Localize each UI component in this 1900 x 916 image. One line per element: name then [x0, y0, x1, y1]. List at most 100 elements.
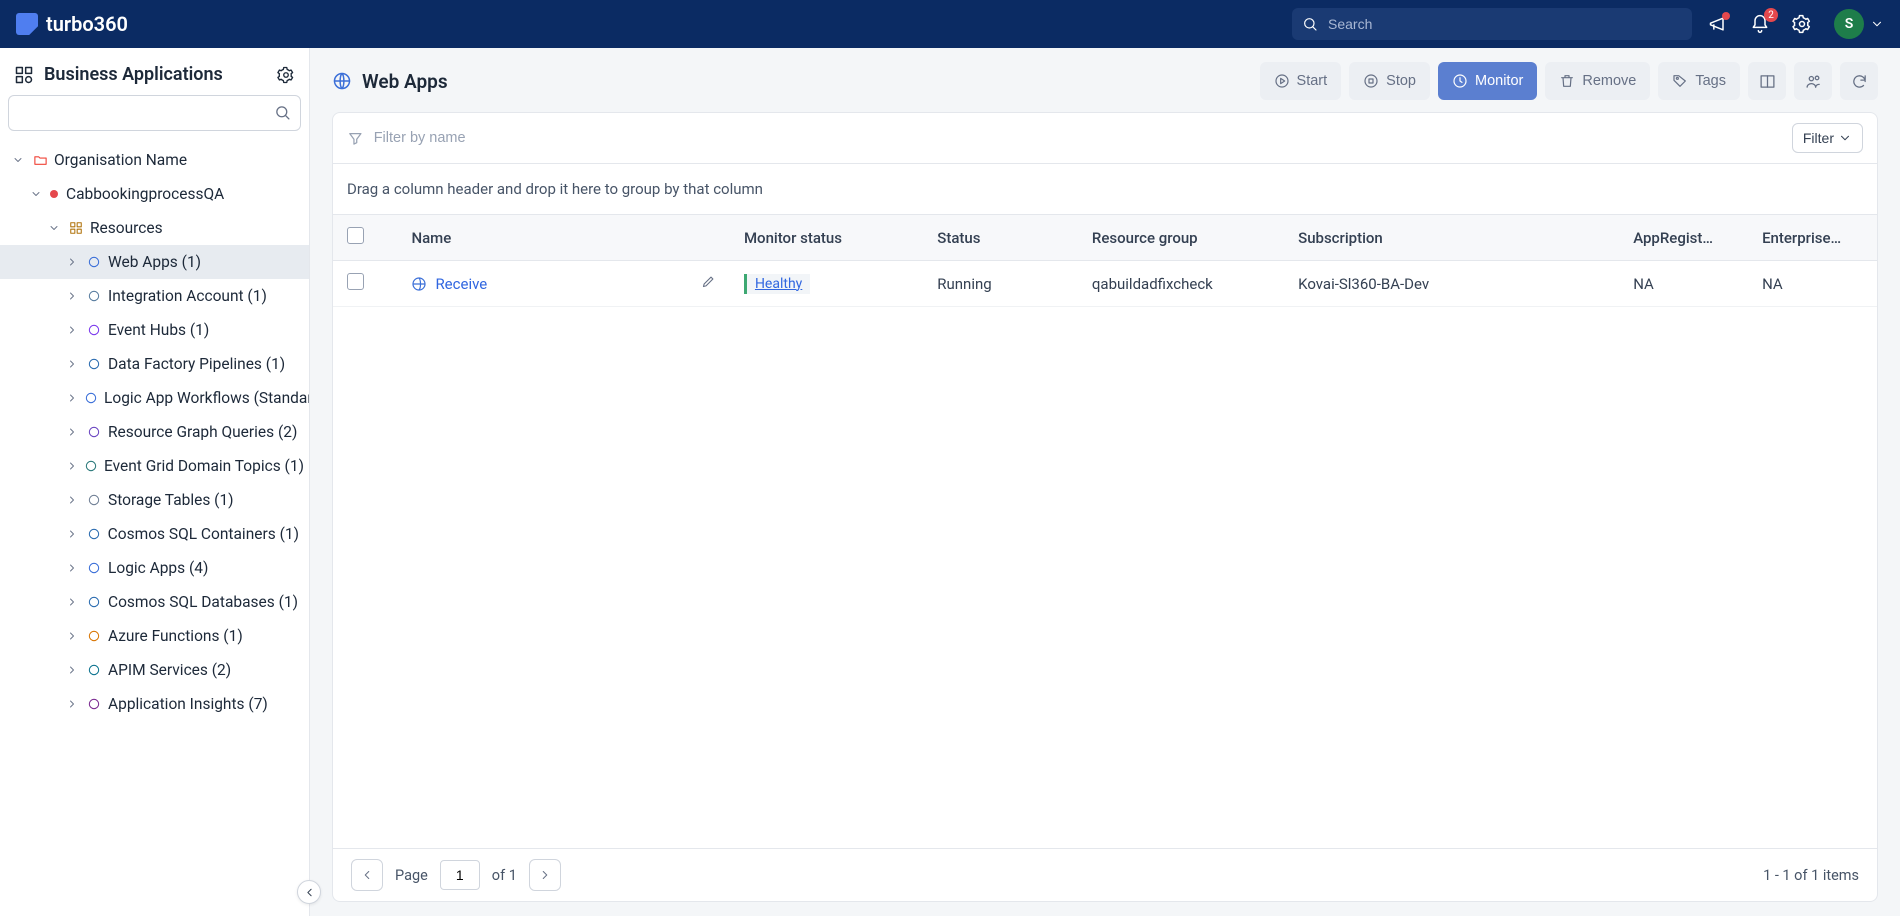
sidebar-header: Business Applications [0, 48, 309, 95]
col-header-sub[interactable]: Subscription [1284, 215, 1619, 261]
tree-org-label: Organisation Name [54, 151, 187, 169]
resource-type-icon [86, 628, 102, 644]
monitor-status-pill[interactable]: Healthy [744, 274, 810, 294]
tags-button[interactable]: Tags [1658, 62, 1740, 100]
resource-type-icon [86, 288, 102, 304]
sidebar-item[interactable]: Cosmos SQL Databases (1) [0, 585, 309, 619]
chevron-right-icon [66, 664, 80, 676]
resource-type-icon [84, 458, 98, 474]
columns-icon [1759, 73, 1776, 90]
folder-icon [32, 152, 48, 168]
stop-button[interactable]: Stop [1349, 62, 1430, 100]
user-menu[interactable]: S [1834, 9, 1884, 39]
sidebar-item[interactable]: Integration Account (1) [0, 279, 309, 313]
prev-page-button[interactable] [351, 859, 383, 891]
cell-sub: Kovai-Sl360-BA-Dev [1284, 261, 1619, 307]
remove-button[interactable]: Remove [1545, 62, 1650, 100]
sidebar-item[interactable]: Data Factory Pipelines (1) [0, 347, 309, 381]
page-title-text: Web Apps [362, 70, 448, 93]
col-header-ent[interactable]: Enterprise… [1748, 215, 1877, 261]
cell-status: Running [923, 261, 1078, 307]
logo-mark-icon [16, 13, 38, 35]
col-header-name[interactable]: Name [397, 215, 730, 261]
row-checkbox[interactable] [347, 273, 364, 290]
sidebar-item-label: Web Apps (1) [108, 253, 201, 271]
page-number-input[interactable] [440, 860, 480, 890]
page-title: Web Apps [332, 70, 448, 93]
filter-row: Filter [333, 113, 1877, 164]
pager-summary: 1 - 1 of 1 items [1763, 867, 1859, 884]
start-button[interactable]: Start [1260, 62, 1342, 100]
announce-badge [1722, 12, 1730, 20]
chevron-right-icon [538, 868, 552, 882]
sidebar-collapse-button[interactable] [297, 880, 321, 904]
sidebar-item[interactable]: Event Grid Domain Topics (1) [0, 449, 309, 483]
sidebar-item-label: Event Hubs (1) [108, 321, 209, 339]
select-all-checkbox[interactable] [347, 227, 364, 244]
chevron-down-icon [1870, 17, 1884, 31]
share-button[interactable] [1794, 62, 1832, 100]
global-search-input[interactable] [1292, 8, 1692, 40]
chevron-right-icon [66, 324, 80, 336]
chevron-down-icon [48, 222, 62, 234]
sidebar-settings-button[interactable] [277, 66, 295, 84]
announce-button[interactable] [1708, 14, 1728, 34]
edit-button[interactable] [701, 274, 716, 293]
brand-logo[interactable]: turbo360 [16, 12, 128, 36]
sidebar-item[interactable]: Azure Functions (1) [0, 619, 309, 653]
filter-button[interactable]: Filter [1792, 123, 1863, 153]
sidebar-item[interactable]: Cosmos SQL Containers (1) [0, 517, 309, 551]
sidebar-item-label: Data Factory Pipelines (1) [108, 355, 285, 373]
filter-input[interactable] [374, 124, 1792, 152]
col-header-status[interactable]: Status [923, 215, 1078, 261]
tag-icon [1672, 73, 1688, 89]
topbar-actions: 2 S [1708, 9, 1884, 39]
sidebar: Business Applications Organisation Name … [0, 48, 310, 916]
sidebar-item[interactable]: Storage Tables (1) [0, 483, 309, 517]
resource-link[interactable]: Receive [435, 275, 487, 293]
resource-type-icon [84, 390, 98, 406]
resource-type-icon [86, 424, 102, 440]
sidebar-item[interactable]: APIM Services (2) [0, 653, 309, 687]
stop-icon [1363, 73, 1379, 89]
page-header: Web Apps Start Stop Monitor Remove Tags [310, 48, 1900, 112]
group-by-zone[interactable]: Drag a column header and drop it here to… [333, 164, 1877, 215]
sidebar-item[interactable]: Logic Apps (4) [0, 551, 309, 585]
settings-button[interactable] [1792, 14, 1812, 34]
sidebar-item[interactable]: Application Insights (7) [0, 687, 309, 721]
chevron-right-icon [66, 494, 80, 506]
table-row[interactable]: ReceiveHealthyRunningqabuildadfixcheckKo… [333, 261, 1877, 307]
sidebar-item-label: APIM Services (2) [108, 661, 231, 679]
chevron-right-icon [66, 290, 80, 302]
tree-profile[interactable]: CabbookingprocessQA [0, 177, 309, 211]
chevron-right-icon [66, 392, 78, 404]
col-header-check[interactable] [333, 215, 397, 261]
tree-org[interactable]: Organisation Name [0, 143, 309, 177]
filter-input-wrap [347, 124, 1792, 152]
chevron-left-icon [360, 868, 374, 882]
tree-resources[interactable]: Resources [0, 211, 309, 245]
resource-type-icon [86, 560, 102, 576]
refresh-button[interactable] [1840, 62, 1878, 100]
sidebar-search [8, 95, 301, 131]
sidebar-item[interactable]: Event Hubs (1) [0, 313, 309, 347]
apps-icon [14, 65, 34, 85]
sidebar-search-input[interactable] [8, 95, 301, 131]
sidebar-item-label: Cosmos SQL Containers (1) [108, 525, 299, 543]
col-header-rg[interactable]: Resource group [1078, 215, 1284, 261]
notifications-button[interactable]: 2 [1750, 14, 1770, 34]
chevron-right-icon [66, 528, 80, 540]
sidebar-item[interactable]: Resource Graph Queries (2) [0, 415, 309, 449]
sidebar-item[interactable]: Logic App Workflows (Standard) [0, 381, 309, 415]
monitor-button[interactable]: Monitor [1438, 62, 1537, 100]
pencil-icon [701, 274, 716, 289]
columns-button[interactable] [1748, 62, 1786, 100]
pager: Page of 1 1 - 1 of 1 items [333, 848, 1877, 901]
resource-type-icon [86, 492, 102, 508]
sidebar-item[interactable]: Web Apps (1) [0, 245, 309, 279]
col-header-app[interactable]: AppRegist… [1619, 215, 1748, 261]
topbar: turbo360 2 S [0, 0, 1900, 48]
col-header-monitor[interactable]: Monitor status [730, 215, 923, 261]
next-page-button[interactable] [529, 859, 561, 891]
globe-icon [411, 276, 427, 292]
